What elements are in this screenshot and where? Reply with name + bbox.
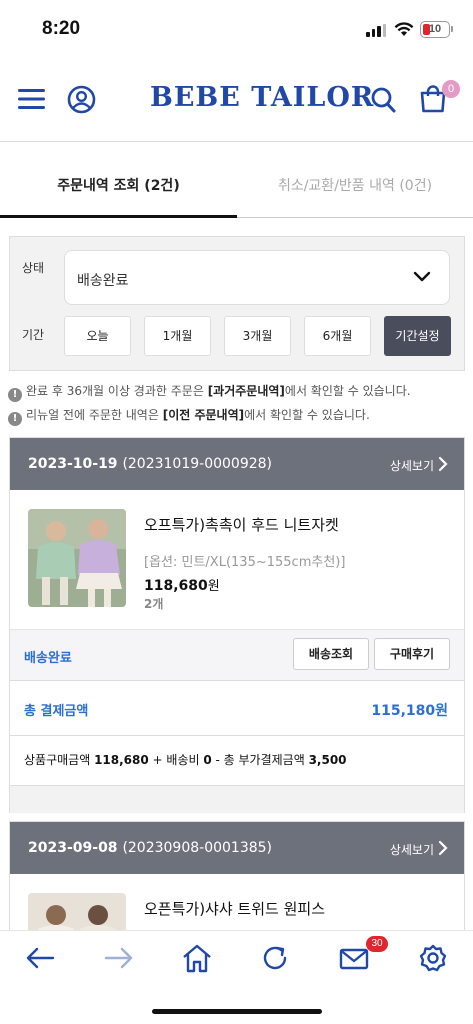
mail-icon[interactable] [338, 943, 370, 973]
chevron-down-icon [413, 271, 431, 282]
period-6months-button[interactable]: 6개월 [304, 316, 371, 356]
period-custom-button[interactable]: 기간설정 [384, 316, 451, 356]
menu-icon[interactable] [18, 88, 45, 110]
user-icon[interactable] [67, 85, 96, 114]
order-detail-link[interactable]: 상세보기 [390, 841, 434, 858]
app-header: BEBE TAILOR 0 [0, 60, 473, 142]
info-icon: ! [8, 412, 22, 426]
home-icon[interactable] [181, 943, 213, 973]
browser-bottom-nav: 30 [0, 930, 473, 1024]
order-header[interactable]: 2023-10-19 (20231019-0000928) 상세보기 [10, 438, 464, 490]
total-value: 115,180원 [371, 703, 448, 719]
period-label: 기간 [22, 328, 45, 342]
period-1month-button[interactable]: 1개월 [144, 316, 211, 356]
status-time: 8:20 [42, 18, 81, 39]
tab-returns[interactable]: 취소/교환/반품 내역 (0건) [237, 142, 473, 218]
info-icon: ! [8, 388, 22, 402]
order-status-bar: 배송완료 배송조회 구매후기 [10, 629, 464, 681]
battery-level: 10 [428, 23, 442, 35]
chevron-right-icon [438, 456, 448, 472]
settings-gear-icon[interactable] [417, 943, 449, 973]
track-delivery-button[interactable]: 배송조회 [293, 638, 369, 670]
card-footer [10, 785, 464, 813]
total-label: 총 결제금액 [24, 704, 89, 719]
payment-summary: 상품구매금액 118,680 + 배송비 0 - 총 부가결제금액 3,500 [24, 753, 347, 767]
status-label: 상태 [22, 261, 45, 275]
write-review-button[interactable]: 구매후기 [374, 638, 450, 670]
product-name[interactable]: 오픈특가)샤샤 트위드 원피스 [144, 898, 325, 919]
past-orders-link[interactable]: [과거주문내역] [208, 384, 285, 398]
product-quantity: 2개 [144, 597, 164, 611]
wifi-icon [394, 22, 414, 36]
back-arrow-icon[interactable] [24, 943, 56, 973]
order-number: (20230908-0001385) [122, 840, 273, 856]
period-today-button[interactable]: 오늘 [64, 316, 131, 356]
order-header[interactable]: 2023-09-08 (20230908-0001385) 상세보기 [10, 822, 464, 874]
home-indicator [152, 1009, 322, 1014]
brand-logo[interactable]: BEBE TAILOR [150, 82, 374, 113]
status-select-value: 배송완료 [77, 273, 129, 289]
order-number: (20231019-0000928) [122, 456, 273, 472]
order-status: 배송완료 [24, 651, 72, 666]
order-card: 2023-10-19 (20231019-0000928) 상세보기 오프특가)… [9, 437, 465, 813]
order-date: 2023-10-19 [28, 456, 118, 472]
product-price: 118,680원 [144, 578, 220, 594]
signal-icon [366, 24, 386, 37]
product-name[interactable]: 오프특가)촉촉이 후드 니트자켓 [144, 514, 339, 535]
chevron-right-icon [438, 840, 448, 856]
order-detail-link[interactable]: 상세보기 [390, 457, 434, 474]
product-option: [옵션: 민트/XL(135~155cm추천)] [144, 555, 346, 570]
cart-count-badge: 0 [442, 80, 460, 98]
previous-orders-link[interactable]: [이전 주문내역] [163, 408, 244, 422]
search-icon[interactable] [371, 87, 396, 113]
order-tabs: 주문내역 조회 (2건) 취소/교환/반품 내역 (0건) [0, 142, 473, 218]
order-date: 2023-09-08 [28, 840, 118, 856]
order-filter: 상태 배송완료 기간 오늘 1개월 3개월 6개월 기간설정 [9, 236, 465, 371]
period-3months-button[interactable]: 3개월 [224, 316, 291, 356]
tab-orders[interactable]: 주문내역 조회 (2건) [0, 142, 237, 218]
notice-previous-orders: ! 리뉴얼 전에 주문한 내역은 [이전 주문내역]에서 확인할 수 있습니다. [8, 406, 370, 426]
mail-count-badge: 30 [366, 936, 388, 952]
notice-past-orders: ! 완료 후 36개월 이상 경과한 주문은 [과거주문내역]에서 확인할 수 있… [8, 382, 411, 402]
refresh-icon[interactable] [259, 943, 291, 973]
battery-icon: 10 [420, 21, 450, 38]
order-total: 총 결제금액 115,180원 [10, 681, 464, 736]
product-image[interactable] [28, 509, 126, 607]
status-bar: 8:20 10 [0, 0, 473, 60]
forward-arrow-icon[interactable] [103, 943, 135, 973]
status-select[interactable]: 배송완료 [64, 250, 450, 305]
